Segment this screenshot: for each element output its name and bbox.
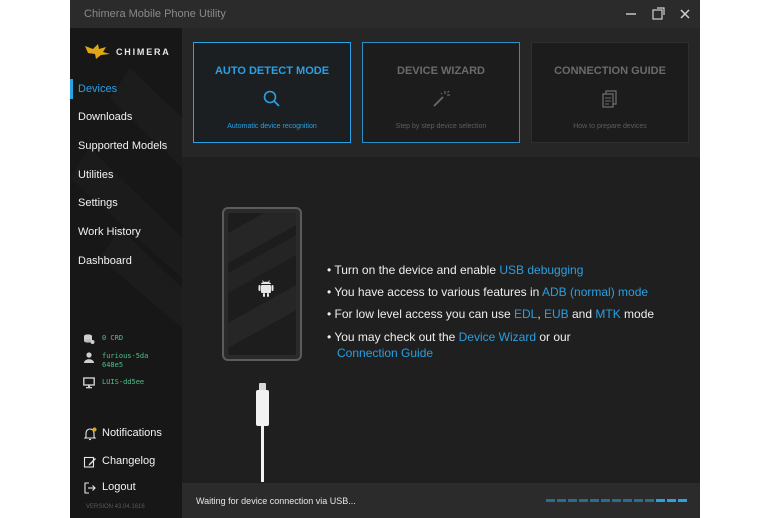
card-title: CONNECTION GUIDE <box>554 65 666 77</box>
card-title: AUTO DETECT MODE <box>214 65 330 77</box>
eub-link[interactable]: EUB <box>544 307 569 321</box>
progress-segment <box>612 499 621 502</box>
connection-guide-link[interactable]: Connection Guide <box>337 346 433 360</box>
sidebar: CHIMERA Devices Downloads Supported Mode… <box>70 28 182 518</box>
coins-icon <box>84 334 95 344</box>
sidebar-item-supported-models[interactable]: Supported Models <box>70 135 182 157</box>
usb-cable <box>261 426 264 482</box>
usb-debugging-link[interactable]: USB debugging <box>499 263 583 277</box>
phone-illustration <box>222 207 302 361</box>
username-value: furious-5da 648e5 <box>102 352 149 369</box>
sidebar-item-devices[interactable]: Devices <box>70 78 182 100</box>
device-wizard-card[interactable]: DEVICE WIZARD Step by step device select… <box>362 42 520 143</box>
instruction-text: You may check out the <box>334 330 459 344</box>
title-bar: Chimera Mobile Phone Utility <box>70 0 700 28</box>
progress-segment <box>678 499 687 502</box>
bell-icon <box>83 427 97 441</box>
card-subtitle: Automatic device recognition <box>227 123 317 130</box>
edl-link[interactable]: EDL <box>514 307 537 321</box>
sidebar-item-dashboard[interactable]: Dashboard <box>70 250 182 272</box>
progress-segment <box>579 499 588 502</box>
card-title: DEVICE WIZARD <box>397 65 485 77</box>
instruction-item: • You have access to various features in… <box>327 285 649 299</box>
edit-icon <box>83 456 96 468</box>
sidebar-background-pattern <box>70 68 182 328</box>
device-wizard-link[interactable]: Device Wizard <box>459 330 536 344</box>
chimera-logo <box>85 44 110 59</box>
adb-mode-link[interactable]: ADB (normal) mode <box>542 285 648 299</box>
sidebar-item-settings[interactable]: Settings <box>70 192 182 214</box>
instruction-text: and <box>568 307 596 321</box>
instruction-text: , <box>537 307 544 321</box>
connection-guide-card[interactable]: CONNECTION GUIDE How to prepare devices <box>531 42 689 143</box>
document-icon <box>602 90 617 108</box>
maximize-icon <box>652 7 665 20</box>
progress-segment <box>557 499 566 502</box>
close-icon <box>680 9 690 19</box>
instruction-text: or our <box>536 330 571 344</box>
credits-value: 0 CRD <box>102 334 124 342</box>
minimize-icon <box>626 13 636 15</box>
progress-segment <box>623 499 632 502</box>
notifications-label: Notifications <box>102 427 162 439</box>
android-icon <box>258 280 274 297</box>
progress-segment <box>634 499 643 502</box>
version-label: VERSION 43.04.1616 <box>86 504 145 510</box>
instruction-text: You have access to various features in <box>334 285 543 299</box>
progress-segment <box>667 499 676 502</box>
progress-segment <box>546 499 555 502</box>
card-subtitle: Step by step device selection <box>395 123 487 130</box>
usb-connector <box>256 390 269 426</box>
minimize-button[interactable] <box>617 0 645 28</box>
instruction-text: Turn on the device and enable <box>334 263 500 277</box>
progress-segment <box>645 499 654 502</box>
changelog-label: Changelog <box>102 455 156 467</box>
window-title: Chimera Mobile Phone Utility <box>84 8 226 20</box>
connection-progress-indicator <box>546 499 687 502</box>
logout-label: Logout <box>102 481 136 493</box>
instruction-item-continued: Connection Guide <box>337 345 433 361</box>
machine-value: LUIS-dd5ee <box>102 378 145 386</box>
brand-name: CHIMERA <box>116 47 171 57</box>
monitor-icon <box>83 377 95 389</box>
sidebar-item-work-history[interactable]: Work History <box>70 221 182 243</box>
auto-detect-mode-card[interactable]: AUTO DETECT MODE Automatic device recogn… <box>193 42 351 143</box>
instruction-item: • For low level access you can use EDL, … <box>327 307 655 321</box>
maximize-button[interactable] <box>644 0 672 28</box>
progress-segment <box>601 499 610 502</box>
magic-wand-icon <box>433 90 450 107</box>
progress-segment <box>590 499 599 502</box>
sidebar-item-utilities[interactable]: Utilities <box>70 164 182 186</box>
instruction-text: mode <box>620 307 655 321</box>
instruction-text: For low level access you can use <box>334 307 514 321</box>
instruction-item: • Turn on the device and enable USB debu… <box>327 263 584 277</box>
status-text: Waiting for device connection via USB... <box>196 496 356 506</box>
app-window: Chimera Mobile Phone Utility CHIMERA Dev… <box>70 0 700 518</box>
status-bar: Waiting for device connection via USB... <box>182 483 700 518</box>
phone-screen <box>228 213 296 355</box>
search-icon <box>263 90 280 107</box>
mtk-link[interactable]: MTK <box>595 307 620 321</box>
progress-segment <box>656 499 665 502</box>
card-subtitle: How to prepare devices <box>573 123 647 130</box>
progress-segment <box>568 499 577 502</box>
logout-icon <box>84 482 96 494</box>
user-icon <box>84 352 94 363</box>
sidebar-item-downloads[interactable]: Downloads <box>70 106 182 128</box>
instruction-item: • You may check out the Device Wizard or… <box>327 330 571 344</box>
close-button[interactable] <box>671 0 699 28</box>
mode-cards: AUTO DETECT MODE Automatic device recogn… <box>182 28 700 157</box>
